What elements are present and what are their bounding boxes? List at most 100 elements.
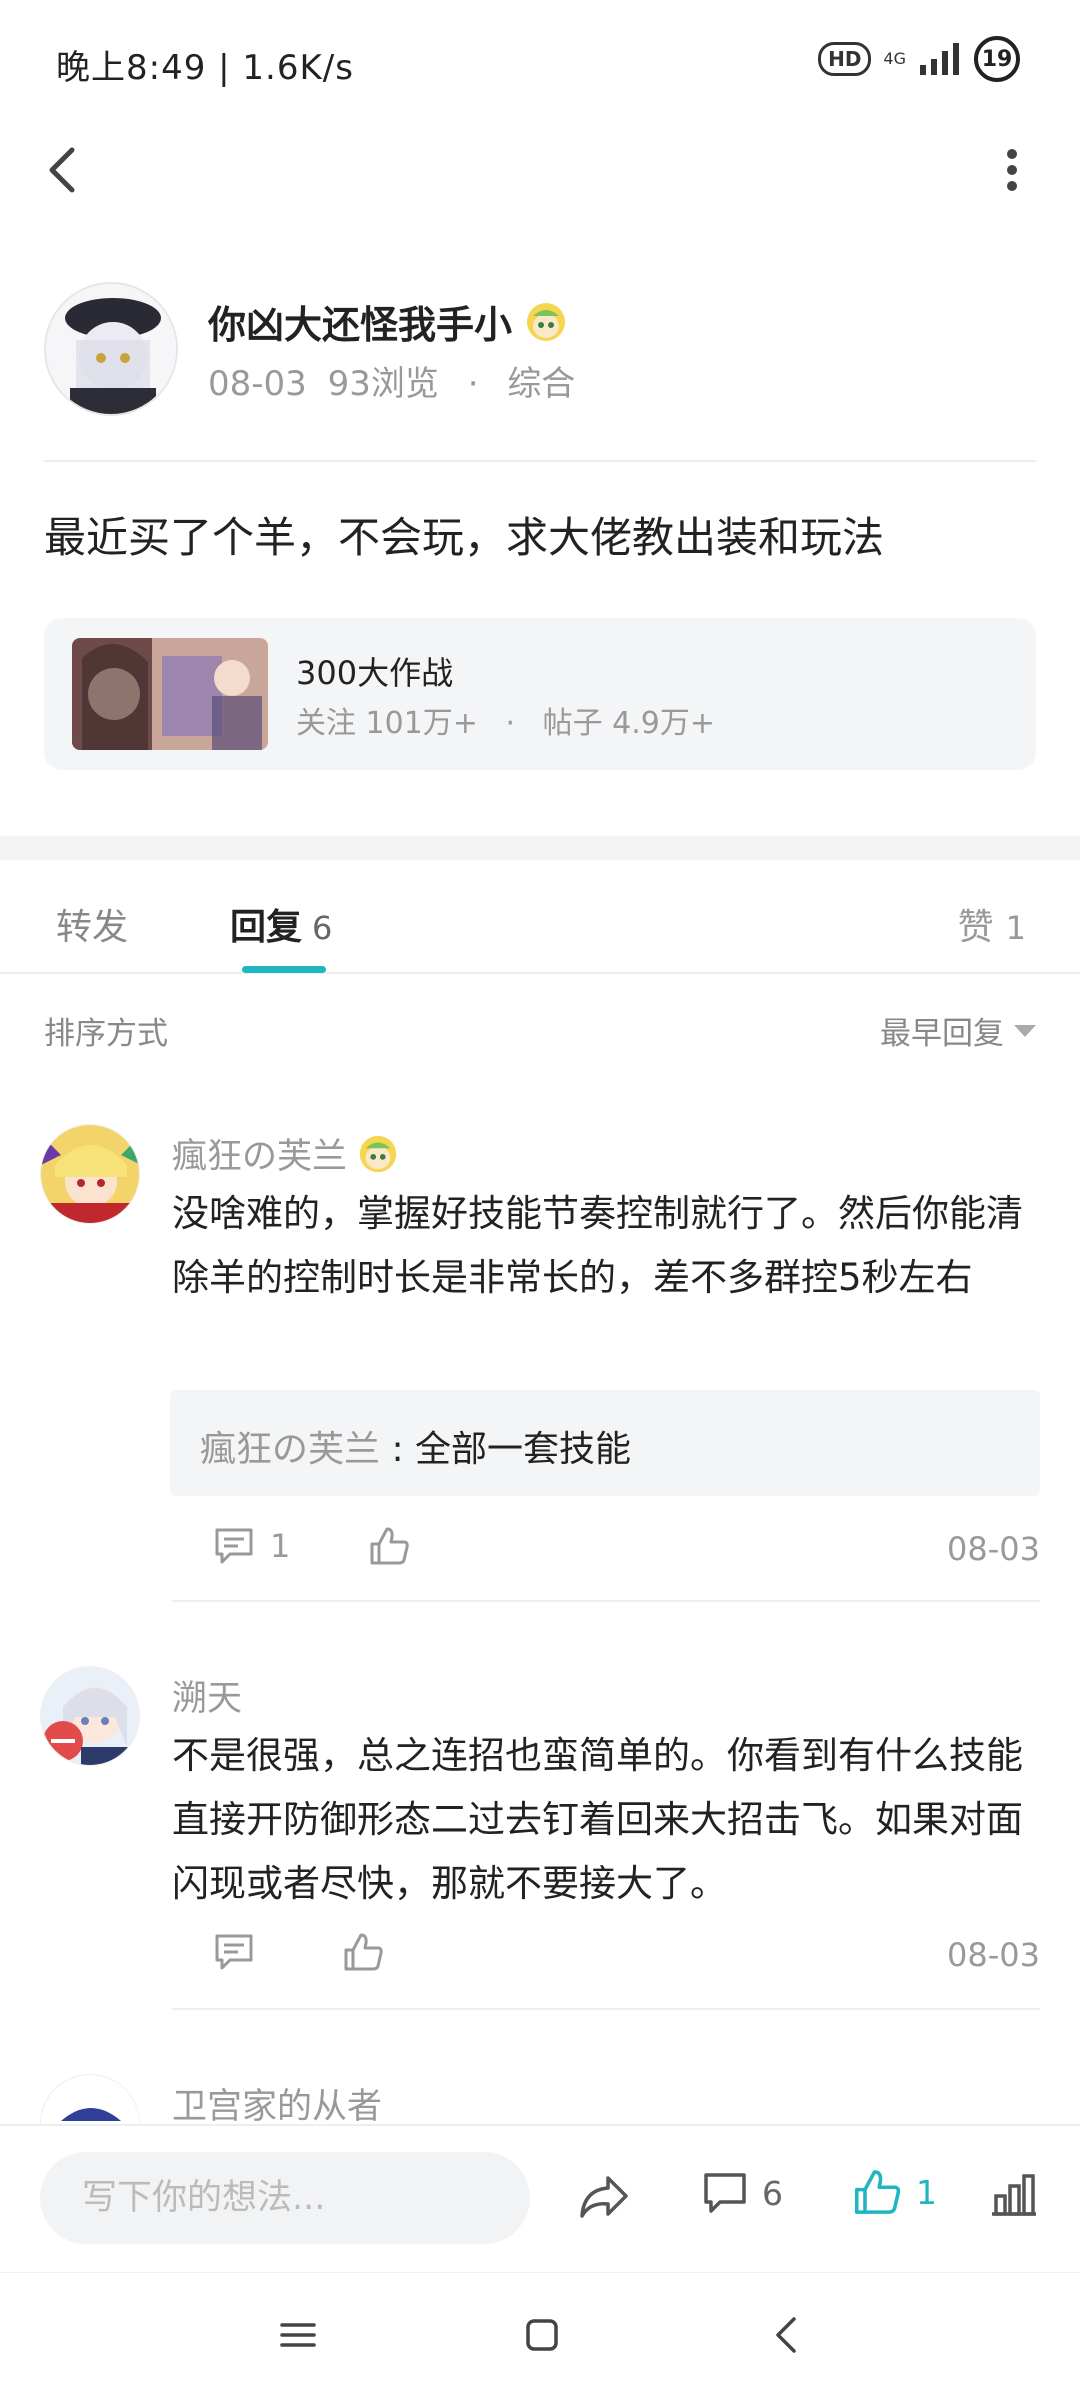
more-vertical-icon [1007, 149, 1017, 191]
chevron-left-icon [49, 147, 75, 193]
likes-count: 1 [916, 2172, 937, 2212]
author-name-row: 你凶大还怪我手小 [208, 294, 568, 349]
post-views: 93浏览 [327, 364, 439, 404]
commenter-name[interactable]: 瘋狂の芙兰 [172, 1128, 347, 1179]
game-thumbnail [72, 638, 268, 750]
tab-forward[interactable]: 转发 [56, 898, 128, 950]
sort-value: 最早回复 [880, 1016, 1004, 1052]
battery-indicator: 19 [974, 36, 1020, 82]
like-button[interactable] [342, 1930, 386, 1978]
commenter-name-row: 溯天 [172, 1670, 242, 1721]
nested-reply-text: 全部一套技能 [415, 1429, 632, 1470]
comment-date: 08-03 [947, 1530, 1040, 1568]
nested-reply-separator: : [380, 1429, 416, 1470]
tab-reply-label: 回复 [230, 907, 303, 948]
comment-actions: 08-03 [172, 1930, 1040, 1986]
comments-count: 6 [762, 2173, 783, 2213]
avatar[interactable] [40, 1666, 140, 1766]
share-arrow-icon [580, 2176, 628, 2218]
nested-reply[interactable]: 瘋狂の芙兰 : 全部一套技能 [170, 1390, 1040, 1496]
thumbs-up-icon [344, 1933, 383, 1971]
tab-reply-count: 6 [312, 909, 333, 947]
tab-reply[interactable]: 回复 6 [230, 898, 332, 950]
sort-row: 排序方式 最早回复 [44, 1008, 1036, 1058]
menu-lines-icon [280, 2323, 316, 2347]
network-type: 4G [883, 49, 906, 68]
triangle-back-icon [776, 2317, 796, 2353]
avatar[interactable] [40, 1124, 140, 1224]
reply-button[interactable] [212, 1930, 256, 1974]
reply-count: 1 [270, 1527, 291, 1565]
thumbs-up-icon [370, 1527, 409, 1565]
user-badge-icon [359, 1135, 397, 1172]
game-name: 300大作战 [296, 654, 454, 692]
commenter-avatar-image [41, 1125, 139, 1223]
comments-button[interactable]: 6 [700, 2168, 783, 2218]
avatar[interactable] [44, 282, 178, 416]
square-home-icon [526, 2319, 558, 2351]
comment-text: 不是很强，总之连招也蛮简单的。你看到有什么技能直接开防御形态二过去钉着回来大招击… [172, 1734, 1023, 1905]
tab-bar: 转发 回复 6 赞1 [0, 862, 1080, 974]
comment-input[interactable] [40, 2152, 530, 2244]
reply-button[interactable]: 1 [212, 1524, 290, 1568]
commenter-name-row: 瘋狂の芙兰 [172, 1128, 399, 1179]
game-card[interactable]: 300大作战 关注 101万+ · 帖子 4.9万+ [44, 618, 1036, 770]
stats-separator: · [505, 706, 516, 741]
author-avatar-image [46, 284, 176, 414]
nested-reply-user: 瘋狂の芙兰 [200, 1429, 381, 1470]
game-followers: 关注 101万+ [296, 706, 478, 741]
system-nav-bar [0, 2272, 1080, 2400]
home-button[interactable] [520, 2313, 564, 2361]
comment-text: 没啥难的，掌握好技能节奏控制就行了。然后你能清除羊的控制时长是非常长的，差不多群… [172, 1192, 1023, 1299]
comment-actions: 1 08-03 [172, 1524, 1040, 1580]
like-button[interactable] [368, 1524, 412, 1572]
divider [172, 1600, 1040, 1602]
commenter-name[interactable]: 溯天 [172, 1670, 242, 1721]
sort-label: 排序方式 [44, 1016, 168, 1052]
top-nav [0, 130, 1080, 210]
commenter-avatar-image [41, 1667, 139, 1765]
comment-item: 卫宫家的从者 [40, 2074, 1040, 2124]
comment-bubble-icon [215, 1934, 253, 1970]
divider [44, 460, 1036, 462]
meta-separator: · [467, 364, 479, 404]
commenter-avatar-image [41, 2075, 139, 2124]
signal-icon [920, 43, 959, 75]
back-button[interactable] [38, 140, 98, 200]
comment-bubble-icon [704, 2173, 746, 2213]
comment-item: 溯天 不是很强，总之连招也蛮简单的。你看到有什么技能直接开防御形态二过去钉着回来… [40, 1666, 1040, 2016]
sort-dropdown[interactable]: 最早回复 [880, 1008, 1036, 1053]
user-badge-icon [527, 302, 566, 341]
game-cover-image [72, 638, 268, 750]
status-time: 晚上8:49 | 1.6K/s [56, 48, 354, 88]
comment-bubble-icon [215, 1528, 253, 1564]
share-button[interactable] [576, 2168, 632, 2228]
comment-item: 瘋狂の芙兰 没啥难的，掌握好技能节奏控制就行了。然后你能清除羊的控制时长是非常长… [40, 1124, 1040, 1604]
like-post-button[interactable]: 1 [852, 2166, 937, 2218]
commenter-name-row: 卫宫家的从者 [172, 2078, 382, 2124]
tab-like[interactable]: 赞1 [958, 898, 1026, 950]
stats-button[interactable] [988, 2168, 1040, 2224]
post-author: 你凶大还怪我手小 08-03 93浏览 · 综合 [44, 282, 1036, 422]
more-button[interactable] [982, 140, 1042, 200]
hd-badge: HD [818, 42, 872, 76]
divider [172, 2008, 1040, 2010]
post-title: 最近买了个羊，不会玩，求大佬教出装和玩法 [44, 513, 885, 562]
commenter-name[interactable]: 卫宫家的从者 [172, 2078, 382, 2124]
comment-date: 08-03 [947, 1936, 1040, 1974]
post-category[interactable]: 综合 [507, 364, 575, 404]
bar-chart-icon [992, 2174, 1036, 2216]
bottom-action-bar: 6 1 [0, 2124, 1080, 2272]
tab-like-count: 1 [1005, 909, 1026, 947]
status-indicators: HD 4G 19 [818, 36, 1020, 82]
active-tab-indicator [242, 966, 326, 973]
menu-button[interactable] [276, 2313, 320, 2361]
game-stats: 关注 101万+ · 帖子 4.9万+ [296, 698, 715, 742]
author-name[interactable]: 你凶大还怪我手小 [208, 294, 512, 349]
avatar[interactable] [40, 2074, 140, 2124]
section-divider [0, 836, 1080, 860]
game-posts: 帖子 4.9万+ [542, 706, 715, 741]
caret-down-icon [1014, 1024, 1036, 1037]
system-back-button[interactable] [766, 2313, 810, 2361]
post-meta: 08-03 93浏览 · 综合 [208, 356, 575, 405]
